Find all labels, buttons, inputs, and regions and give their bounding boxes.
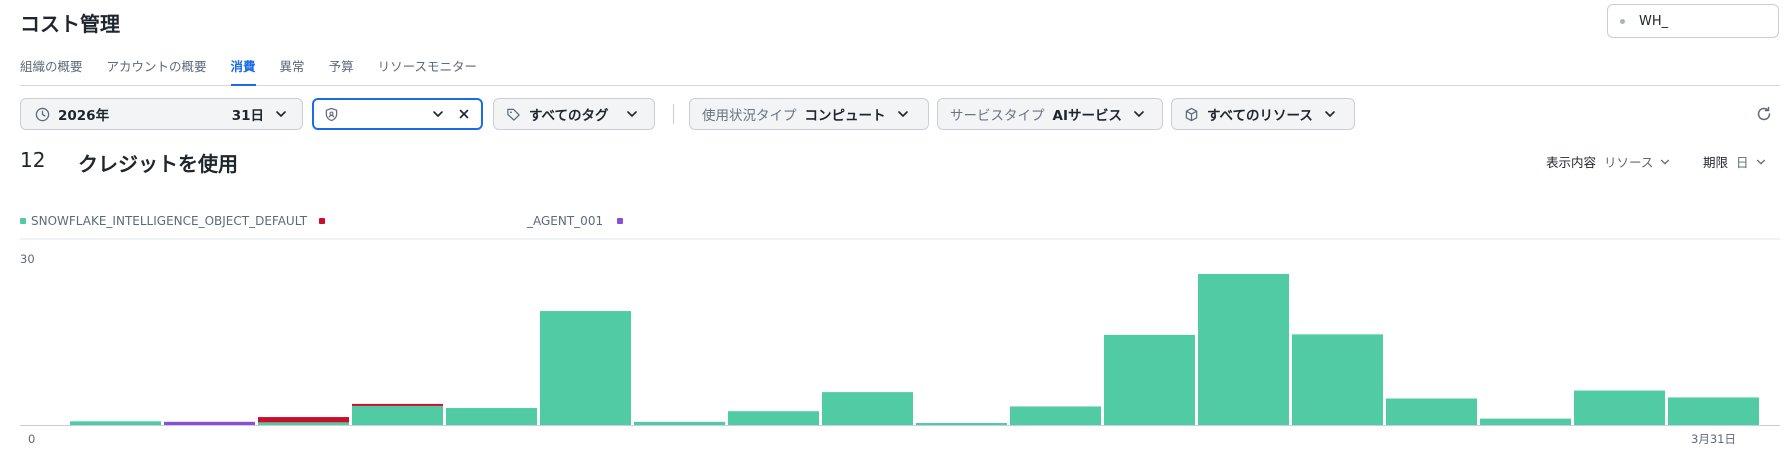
usage-type-value: コンピュート: [804, 108, 886, 124]
bar[interactable]: [164, 421, 255, 425]
view-selector[interactable]: 表示内容 リソース: [1546, 152, 1671, 171]
bar[interactable]: [70, 421, 161, 425]
y-tick-label: 30: [20, 252, 35, 266]
y-tick-label: 0: [28, 432, 35, 446]
legend-label: _AGENT_001: [527, 214, 604, 228]
status-dot-icon: [1620, 18, 1625, 24]
bar[interactable]: [1010, 406, 1101, 425]
warehouse-selector[interactable]: WH_: [1607, 4, 1779, 38]
usage-type-label: 使用状況タイプ: [702, 108, 797, 124]
legend-item[interactable]: _AGENT_001: [527, 214, 624, 228]
chevron-down-icon: [1756, 159, 1765, 165]
date-day: 31日: [231, 108, 264, 124]
view-label: 表示内容: [1546, 155, 1597, 170]
legend-item[interactable]: SNOWFLAKE_INTELLIGENCE_OBJECT_DEFAULT: [20, 214, 326, 228]
shield-user-icon: [325, 107, 338, 121]
bar[interactable]: [916, 423, 1007, 425]
bar[interactable]: [1292, 334, 1383, 425]
tab-anomalies[interactable]: 異常: [280, 56, 305, 86]
chevron-down-icon: [433, 111, 443, 118]
bar[interactable]: [1386, 398, 1477, 426]
cube-icon: [1185, 107, 1198, 121]
bar[interactable]: [540, 311, 631, 425]
view-value: リソース: [1604, 155, 1654, 170]
chevron-down-icon: [626, 111, 637, 118]
credits-used-value: 12: [20, 148, 46, 172]
bar[interactable]: [1668, 397, 1759, 425]
tab-bar: 組織の概要 アカウントの概要 消費 異常 予算 リソースモニター: [20, 56, 1780, 86]
bar[interactable]: [728, 411, 819, 425]
x-tick-label: 3月31日: [1691, 432, 1736, 446]
filter-divider: [673, 104, 674, 124]
chevron-down-icon: [1134, 111, 1144, 118]
bar[interactable]: [822, 392, 913, 425]
bar[interactable]: [1574, 390, 1665, 425]
period-value: 日: [1736, 155, 1749, 170]
service-type-value: AIサービス: [1052, 108, 1122, 124]
bar[interactable]: [446, 408, 537, 425]
tag-filter[interactable]: すべてのタグ: [493, 98, 655, 130]
chevron-down-icon: [897, 111, 908, 118]
page-title: コスト管理: [20, 12, 120, 36]
legend-swatch: [319, 218, 326, 224]
service-type-filter[interactable]: サービスタイプ AIサービス: [937, 98, 1163, 130]
clear-icon[interactable]: [457, 107, 471, 121]
warehouse-value: WH_: [1639, 13, 1669, 29]
bar[interactable]: [1480, 418, 1571, 425]
legend-swatch: [617, 218, 624, 224]
bar[interactable]: [352, 403, 443, 406]
bar[interactable]: [634, 421, 725, 425]
legend-swatch: [20, 218, 26, 224]
tab-consumption[interactable]: 消費: [230, 56, 256, 86]
bar[interactable]: [258, 422, 349, 425]
tab-budgets[interactable]: 予算: [329, 56, 354, 86]
tag-value: すべてのタグ: [529, 108, 609, 124]
bar[interactable]: [1198, 273, 1289, 425]
resource-value: すべてのリソース: [1207, 108, 1313, 124]
tag-icon: [507, 108, 520, 121]
service-type-label: サービスタイプ: [950, 108, 1045, 124]
bar[interactable]: [1104, 334, 1195, 425]
tab-resource-monitors[interactable]: リソースモニター: [378, 56, 477, 86]
date-year: 2026年: [58, 108, 110, 124]
period-label: 期限: [1703, 155, 1729, 170]
bar[interactable]: [258, 417, 349, 423]
filter-bar: 2026年 31日 すべてのタグ 使用状況タイプ コンピュート サービスタイプ …: [0, 98, 1791, 130]
clock-icon: [35, 107, 50, 121]
period-selector[interactable]: 期限 日: [1703, 152, 1767, 171]
tab-org-overview[interactable]: 組織の概要: [20, 56, 83, 86]
date-range-filter[interactable]: 2026年 31日: [20, 98, 303, 130]
refresh-icon[interactable]: [1755, 105, 1773, 123]
tab-account-overview[interactable]: アカウントの概要: [107, 56, 207, 86]
chevron-down-icon: [276, 111, 286, 118]
credit-usage-bar-chart: 30 0 3月31日: [20, 238, 1780, 446]
chevron-down-icon: [1661, 159, 1670, 165]
usage-type-filter[interactable]: 使用状況タイプ コンピュート: [689, 98, 929, 130]
role-filter[interactable]: [312, 98, 483, 130]
legend-label: SNOWFLAKE_INTELLIGENCE_OBJECT_DEFAULT: [31, 214, 308, 228]
chevron-down-icon: [1325, 111, 1335, 118]
resource-filter[interactable]: すべてのリソース: [1171, 98, 1355, 130]
credits-used-label: クレジットを使用: [78, 152, 238, 176]
bar[interactable]: [352, 405, 443, 425]
